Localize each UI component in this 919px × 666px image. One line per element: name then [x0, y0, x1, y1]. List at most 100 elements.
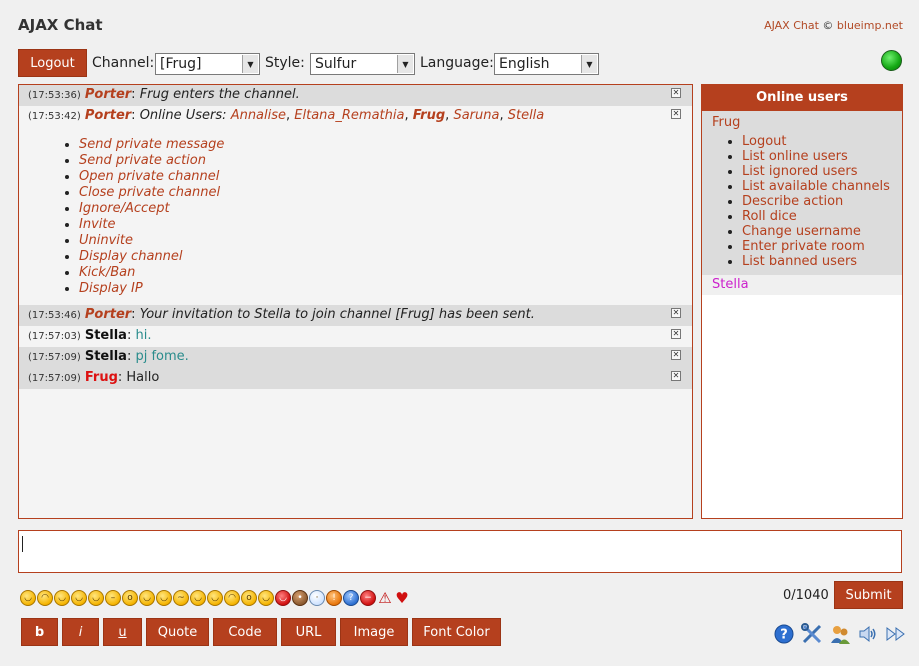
- neutral-icon[interactable]: –: [105, 590, 121, 606]
- cool-icon[interactable]: ◡: [190, 590, 206, 606]
- user-menu-item[interactable]: List banned users: [742, 254, 892, 269]
- message-nick[interactable]: Stella: [85, 328, 127, 343]
- message-nick[interactable]: Porter: [85, 307, 131, 322]
- underline-button[interactable]: u: [103, 618, 142, 646]
- online-user-link[interactable]: Annalise: [231, 108, 286, 123]
- delete-message-icon[interactable]: ✕: [671, 371, 681, 381]
- delete-message-icon[interactable]: ✕: [671, 350, 681, 360]
- connection-status-icon: [881, 50, 902, 71]
- user-menu-item[interactable]: Kick/Ban: [79, 265, 668, 281]
- message-text: hi.: [135, 328, 152, 343]
- surprised-icon[interactable]: o: [122, 590, 138, 606]
- style-select[interactable]: Sulfur ▼: [310, 53, 415, 75]
- chat-message: (17:53:46) Porter: Your invitation to St…: [19, 305, 692, 326]
- chevron-down-icon[interactable]: ▼: [397, 55, 413, 73]
- cry-icon[interactable]: ◠: [224, 590, 240, 606]
- delete-message-icon[interactable]: ✕: [671, 329, 681, 339]
- online-user-link[interactable]: Frug: [413, 108, 445, 123]
- chevron-down-icon[interactable]: ▼: [242, 55, 258, 73]
- online-user-link[interactable]: Stella: [508, 108, 545, 123]
- language-select[interactable]: English ▼: [494, 53, 599, 75]
- devil-icon[interactable]: ◡: [275, 590, 291, 606]
- font-color-button[interactable]: Font Color: [412, 618, 501, 646]
- wink-icon[interactable]: ◡: [54, 590, 70, 606]
- happy-icon[interactable]: ◡: [207, 590, 223, 606]
- tongue-icon[interactable]: ◡: [139, 590, 155, 606]
- user-menu-item[interactable]: Close private channel: [79, 185, 668, 201]
- online-user-entry[interactable]: Stella: [702, 275, 902, 295]
- submit-button[interactable]: Submit: [834, 581, 903, 609]
- message-nick[interactable]: Porter: [85, 87, 131, 102]
- user-menu-item[interactable]: Enter private room: [742, 239, 892, 254]
- user-menu-item[interactable]: Invite: [79, 217, 668, 233]
- glasses-icon[interactable]: ◡: [156, 590, 172, 606]
- user-menu-item[interactable]: Logout: [742, 134, 892, 149]
- user-menu-item[interactable]: Display channel: [79, 249, 668, 265]
- stop-icon[interactable]: −: [360, 590, 376, 606]
- message-nick[interactable]: Porter: [85, 108, 131, 123]
- shocked-icon[interactable]: o: [241, 590, 257, 606]
- user-menu-item[interactable]: Roll dice: [742, 209, 892, 224]
- quote-button[interactable]: Quote: [146, 618, 209, 646]
- angel-icon[interactable]: ◡: [258, 590, 274, 606]
- settings-tools-icon[interactable]: [801, 623, 823, 645]
- user-menu-item[interactable]: List available channels: [742, 179, 892, 194]
- user-menu-item[interactable]: Ignore/Accept: [79, 201, 668, 217]
- current-user-name[interactable]: Frug: [712, 115, 892, 130]
- confused-icon[interactable]: ~: [173, 590, 189, 606]
- bold-button[interactable]: b: [21, 618, 58, 646]
- help-icon[interactable]: ?: [773, 623, 795, 645]
- italic-button[interactable]: i: [62, 618, 99, 646]
- user-menu-item[interactable]: List online users: [742, 149, 892, 164]
- online-user-link[interactable]: Eltana_Remathia: [294, 108, 404, 123]
- chat-message: (17:53:36) Porter: Frug enters the chann…: [19, 85, 692, 106]
- monkey-icon[interactable]: •: [292, 590, 308, 606]
- message-timestamp: (17:53:36): [28, 90, 81, 101]
- copyright-app-link[interactable]: AJAX Chat: [764, 19, 819, 32]
- message-timestamp: (17:53:46): [28, 310, 81, 321]
- exclamation-icon[interactable]: !: [326, 590, 342, 606]
- question-icon[interactable]: ?: [343, 590, 359, 606]
- user-menu-item[interactable]: Describe action: [742, 194, 892, 209]
- channel-select[interactable]: [Frug] ▼: [155, 53, 260, 75]
- user-menu-item[interactable]: Uninvite: [79, 233, 668, 249]
- emoticon-bar: ◡ ◠ ◡ ◡ ◡ – o ◡ ◡ ~ ◡ ◡ ◠ o ◡ ◡ • · ! ? …: [20, 590, 410, 606]
- delete-message-icon[interactable]: ✕: [671, 308, 681, 318]
- user-menu-item[interactable]: Send private message: [79, 137, 668, 153]
- user-menu-item[interactable]: Display IP: [79, 281, 668, 297]
- message-timestamp: (17:57:09): [28, 373, 81, 384]
- online-user-link[interactable]: Saruna: [453, 108, 499, 123]
- message-nick[interactable]: Frug: [85, 370, 118, 385]
- user-menu-item[interactable]: Change username: [742, 224, 892, 239]
- users-icon[interactable]: [829, 623, 851, 645]
- logout-button[interactable]: Logout: [18, 49, 87, 77]
- code-button[interactable]: Code: [213, 618, 277, 646]
- user-menu-item[interactable]: Send private action: [79, 153, 668, 169]
- user-menu-item[interactable]: List ignored users: [742, 164, 892, 179]
- user-menu-item[interactable]: Open private channel: [79, 169, 668, 185]
- url-button[interactable]: URL: [281, 618, 336, 646]
- message-text: pj fome.: [135, 349, 189, 364]
- online-users-panel: Online users Frug Logout List online use…: [701, 84, 903, 519]
- warning-icon[interactable]: ⚠: [377, 590, 393, 606]
- character-counter: 0/1040: [783, 588, 829, 603]
- copyright-site-link[interactable]: blueimp.net: [837, 19, 903, 32]
- grin-icon[interactable]: ◡: [71, 590, 87, 606]
- sound-icon[interactable]: [857, 623, 879, 645]
- delete-message-icon[interactable]: ✕: [671, 109, 681, 119]
- autoscroll-icon[interactable]: [885, 623, 907, 645]
- copyright-symbol: ©: [822, 19, 834, 32]
- lightbulb-icon[interactable]: ·: [309, 590, 325, 606]
- language-value: English: [499, 56, 550, 72]
- sad-icon[interactable]: ◠: [37, 590, 53, 606]
- tool-icons: ?: [773, 623, 907, 645]
- heart-icon[interactable]: ♥: [394, 590, 410, 606]
- message-input[interactable]: [18, 530, 902, 573]
- chat-list[interactable]: (17:53:36) Porter: Frug enters the chann…: [18, 84, 693, 519]
- message-nick[interactable]: Stella: [85, 349, 127, 364]
- chevron-down-icon[interactable]: ▼: [581, 55, 597, 73]
- laugh-icon[interactable]: ◡: [88, 590, 104, 606]
- smile-icon[interactable]: ◡: [20, 590, 36, 606]
- image-button[interactable]: Image: [340, 618, 408, 646]
- delete-message-icon[interactable]: ✕: [671, 88, 681, 98]
